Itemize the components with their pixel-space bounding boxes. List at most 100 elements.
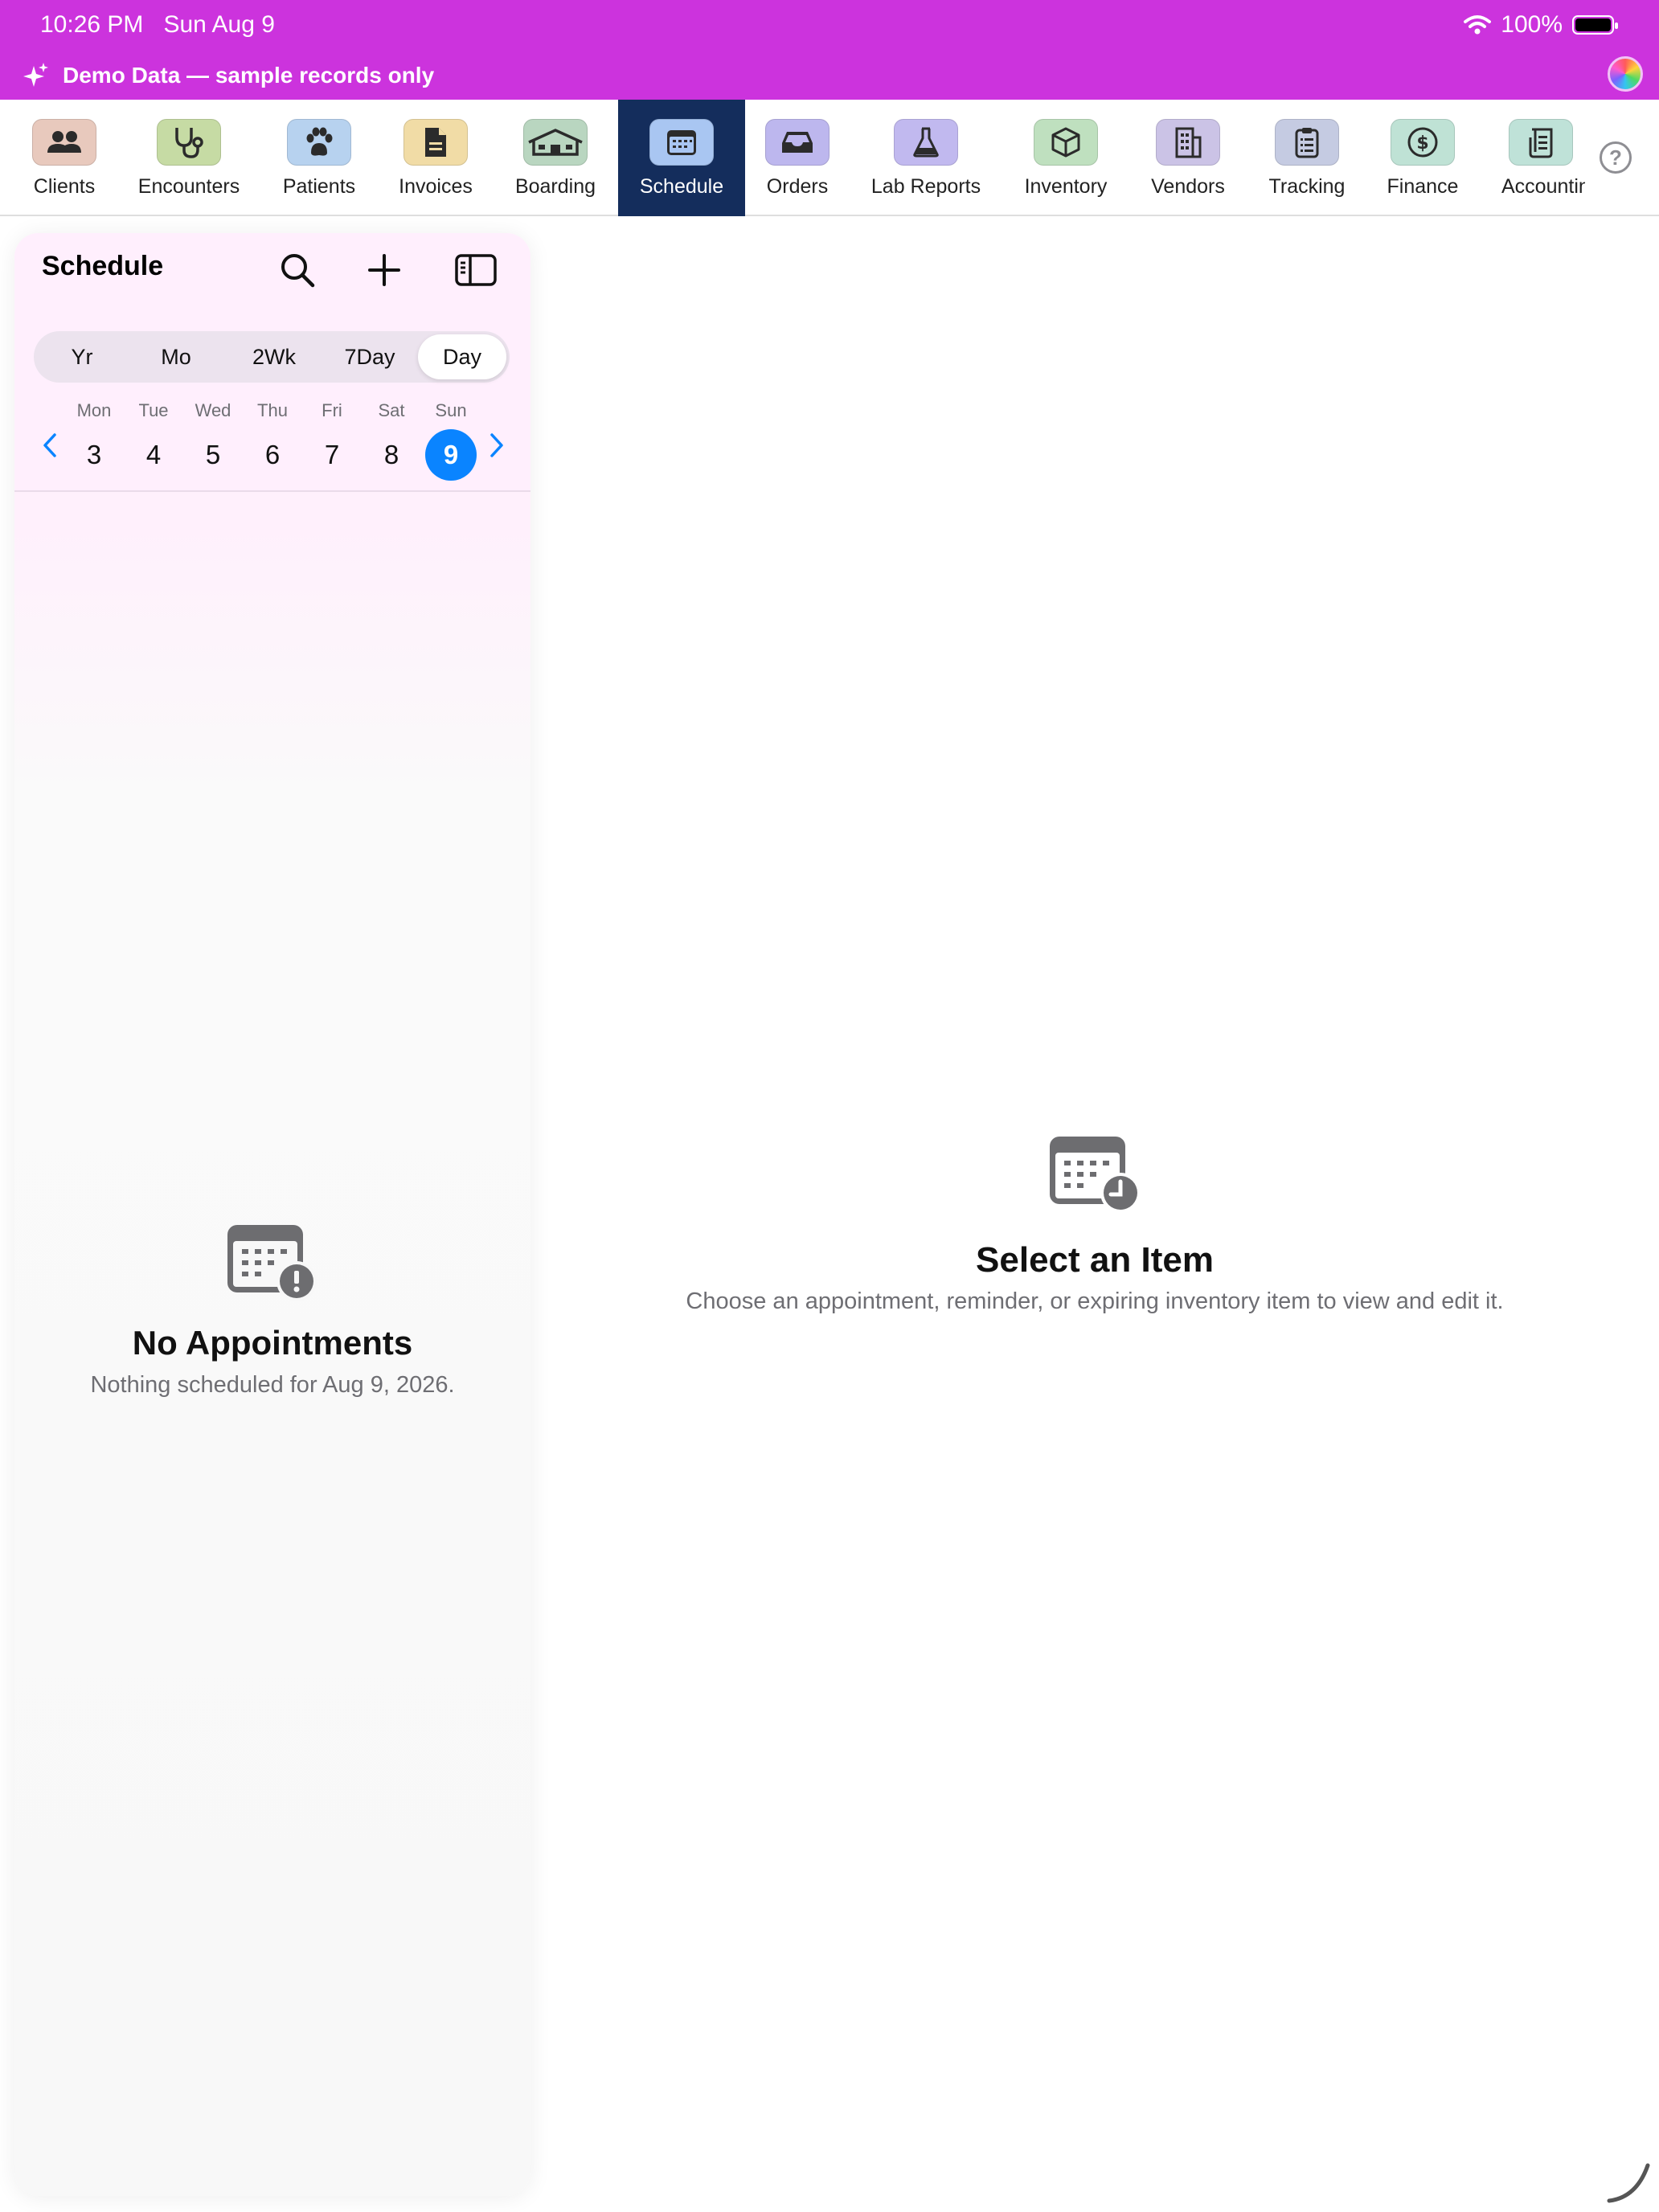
sidebar-header: Schedule Yr Mo 2Wk 7Day Day Mon 3 Tue 4 [14, 233, 530, 490]
tab-label: Vendors [1151, 175, 1225, 198]
previous-week-button[interactable] [34, 426, 66, 465]
day-sunday-selected[interactable]: Sun 9 [423, 400, 479, 481]
tab-orders[interactable]: Orders [757, 100, 838, 216]
flask-icon [894, 119, 958, 166]
chevron-right-icon [490, 433, 503, 457]
segment-year[interactable]: Yr [39, 334, 125, 379]
detail-subtitle: Choose an appointment, reminder, or expi… [686, 1288, 1504, 1314]
schedule-sidebar: Schedule Yr Mo 2Wk 7Day Day Mon 3 Tue 4 [14, 233, 530, 2196]
status-time: 10:26 PM Sun Aug 9 [40, 11, 275, 39]
view-mode-segmented-control: Yr Mo 2Wk 7Day Day [34, 331, 510, 383]
segment-day[interactable]: Day [418, 334, 506, 379]
status-time-text: 10:26 PM [40, 11, 144, 38]
day-name: Sun [435, 400, 467, 420]
tab-label: Schedule [639, 175, 724, 198]
day-friday[interactable]: Fri 7 [304, 400, 360, 481]
tab-encounters[interactable]: Encounters [133, 100, 245, 216]
divider [14, 490, 530, 492]
day-number: 4 [145, 440, 162, 469]
day-wednesday[interactable]: Wed 5 [185, 400, 241, 481]
stethoscope-icon [157, 119, 221, 166]
segment-two-week[interactable]: 2Wk [227, 334, 322, 379]
toggle-sidebar-button[interactable] [453, 248, 498, 293]
search-icon [281, 254, 315, 288]
day-saturday[interactable]: Sat 8 [363, 400, 420, 481]
day-thursday[interactable]: Thu 6 [244, 400, 301, 481]
battery-percent: 100% [1501, 11, 1563, 38]
tab-label: Finance [1387, 175, 1459, 198]
calendar-alert-icon [227, 1225, 317, 1301]
detail-empty-state: Select an Item Choose an appointment, re… [547, 1133, 1643, 1315]
tab-lab-reports[interactable]: Lab Reports [866, 100, 986, 216]
tab-invoices[interactable]: Invoices [387, 100, 484, 216]
status-indicators: 100% [1464, 11, 1618, 39]
no-appointments-subtitle: Nothing scheduled for Aug 9, 2026. [90, 1372, 455, 1398]
tray-icon [765, 119, 830, 166]
status-and-banner: 10:26 PM Sun Aug 9 100% Demo Data — samp… [0, 0, 1659, 100]
tab-boarding[interactable]: Boarding [506, 100, 604, 216]
tab-label: Lab Reports [870, 175, 981, 198]
day-number: 8 [383, 440, 399, 469]
ledger-icon [1509, 119, 1573, 166]
demo-data-banner: Demo Data — sample records only [21, 61, 434, 90]
clipboard-icon [1275, 119, 1339, 166]
sidebar-title: Schedule [42, 251, 164, 281]
tab-label: Clients [33, 175, 96, 198]
document-icon [403, 119, 468, 166]
segment-seven-day[interactable]: 7Day [325, 334, 415, 379]
no-appointments-state: No Appointments Nothing scheduled for Au… [14, 1222, 530, 1399]
profile-avatar[interactable] [1608, 56, 1643, 92]
module-tab-bar: Clients Encounters Patients Invoices Boa… [0, 100, 1659, 216]
tab-label: Encounters [137, 175, 240, 198]
day-name: Mon [76, 400, 112, 420]
people-icon [32, 119, 96, 166]
tab-inventory[interactable]: Inventory [1011, 100, 1120, 216]
add-button[interactable] [362, 248, 407, 293]
wifi-icon [1464, 15, 1492, 35]
tab-schedule[interactable]: Schedule [618, 100, 745, 216]
day-number: 5 [205, 440, 221, 469]
no-appointments-title: No Appointments [132, 1324, 413, 1362]
sidebar-icon [455, 254, 497, 286]
tab-patients[interactable]: Patients [271, 100, 367, 216]
day-number: 6 [264, 440, 281, 469]
day-name: Fri [322, 400, 342, 420]
demo-banner-text: Demo Data — sample records only [63, 63, 435, 88]
battery-icon [1572, 15, 1618, 35]
day-number: 3 [86, 440, 102, 469]
next-week-button[interactable] [481, 426, 513, 465]
tab-clients[interactable]: Clients [16, 100, 113, 216]
tab-label: Boarding [514, 175, 596, 198]
svg-text:$: $ [1416, 133, 1428, 154]
day-name: Thu [257, 400, 288, 420]
sparkles-icon [23, 63, 48, 87]
day-name: Sat [378, 400, 405, 420]
paw-icon [287, 119, 351, 166]
search-button[interactable] [275, 248, 320, 293]
plus-icon [368, 254, 400, 286]
segment-month[interactable]: Mo [129, 334, 223, 379]
tab-finance[interactable]: $ Finance [1379, 100, 1466, 216]
calendar-icon [649, 119, 714, 166]
tab-label: Tracking [1268, 175, 1346, 198]
tab-label: Patients [282, 175, 356, 198]
box-icon [1034, 119, 1098, 166]
day-tuesday[interactable]: Tue 4 [125, 400, 182, 481]
tab-label: Inventory [1024, 175, 1108, 198]
day-name: Tue [138, 400, 169, 420]
resize-handle-icon[interactable] [1604, 2157, 1653, 2206]
calendar-clock-icon [1050, 1137, 1141, 1213]
detail-title: Select an Item [976, 1240, 1214, 1280]
dollar-icon: $ [1391, 119, 1455, 166]
tab-label: Accounting [1501, 175, 1585, 198]
day-number: 7 [324, 440, 340, 469]
building-icon [1156, 119, 1220, 166]
tab-accounting[interactable]: Accounting [1497, 100, 1585, 216]
day-monday[interactable]: Mon 3 [66, 400, 122, 481]
help-icon[interactable]: ? [1600, 141, 1632, 174]
tab-vendors[interactable]: Vendors [1144, 100, 1232, 216]
day-number: 9 [425, 429, 477, 481]
house-icon [523, 119, 588, 166]
tab-tracking[interactable]: Tracking [1259, 100, 1355, 216]
tab-label: Invoices [399, 175, 473, 198]
